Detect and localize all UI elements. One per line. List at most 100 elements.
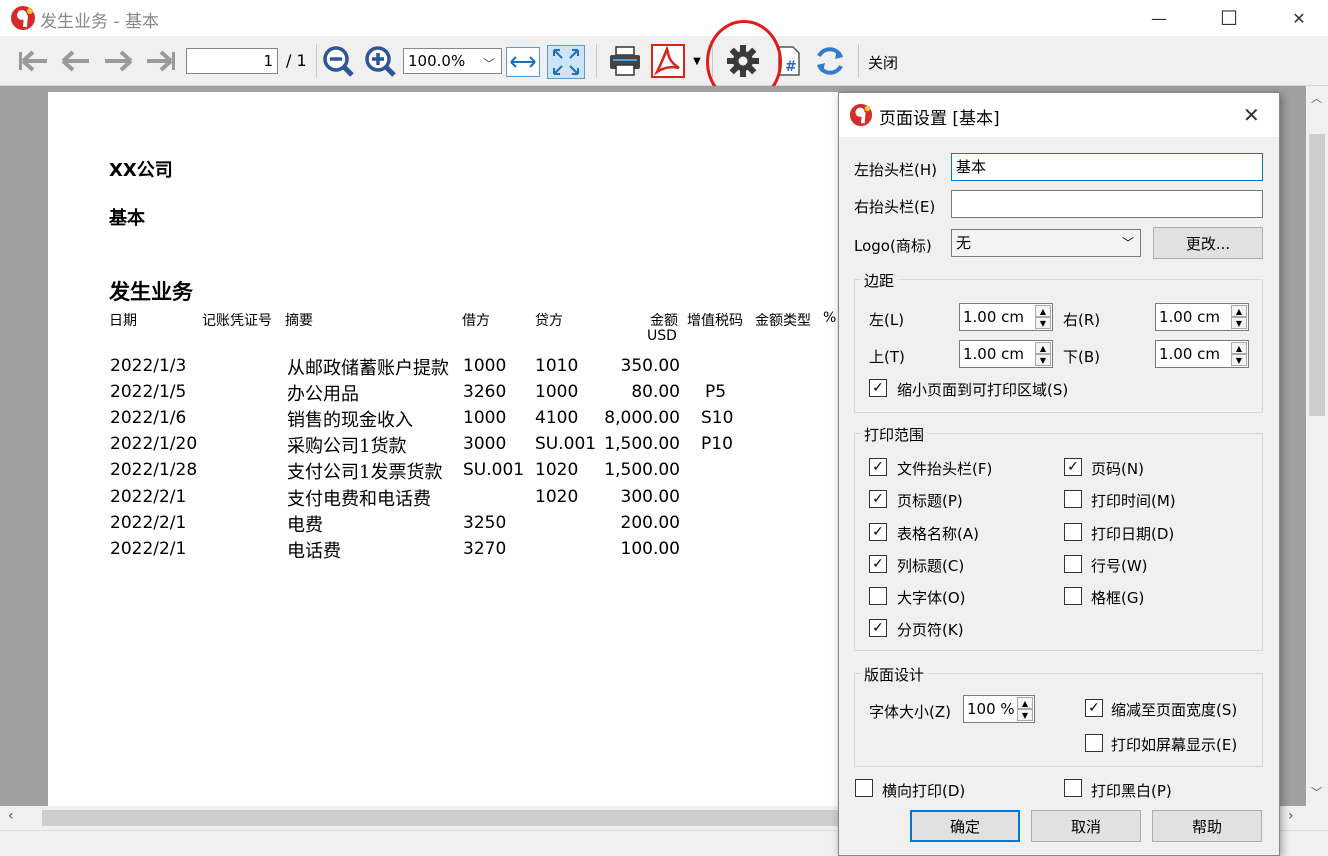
fit-page-width-checkbox[interactable]: ✓ xyxy=(1085,699,1103,717)
spin-up-icon[interactable]: ▲ xyxy=(1231,342,1247,354)
column-title-checkbox[interactable]: ✓ xyxy=(869,555,887,573)
grid-checkbox[interactable] xyxy=(1064,587,1082,605)
cell-vat: S10 xyxy=(701,408,734,428)
chevron-down-icon: ﹀ xyxy=(1121,236,1134,250)
help-button[interactable]: 帮助 xyxy=(1152,810,1262,842)
margin-bottom-input[interactable]: 1.00 cm ▲ ▼ xyxy=(1155,340,1249,368)
layout-group-title: 版面设计 xyxy=(861,664,928,685)
margin-right-input[interactable]: 1.00 cm ▲ ▼ xyxy=(1155,303,1249,331)
change-logo-button[interactable]: 更改... xyxy=(1153,227,1263,259)
cancel-button[interactable]: 取消 xyxy=(1031,810,1141,842)
report-subtitle: 基本 xyxy=(109,208,145,229)
printer-icon xyxy=(610,46,640,76)
svg-text:#: # xyxy=(785,59,797,75)
fit-page-button[interactable] xyxy=(547,45,585,79)
next-page-button[interactable] xyxy=(100,42,136,80)
cell-credit: SU.001 xyxy=(535,434,597,454)
spin-down-icon[interactable]: ▼ xyxy=(1035,317,1051,329)
spin-down-icon[interactable]: ▼ xyxy=(1017,709,1033,721)
spin-down-icon[interactable]: ▼ xyxy=(1035,354,1051,366)
cell-date: 2022/1/28 xyxy=(110,460,198,480)
spin-down-icon[interactable]: ▼ xyxy=(1231,354,1247,366)
zoom-in-button[interactable] xyxy=(362,42,398,80)
print-as-screen-label: 打印如屏幕显示(E) xyxy=(1111,736,1238,754)
file-header-checkbox[interactable]: ✓ xyxy=(869,458,887,476)
page-title-checkbox[interactable]: ✓ xyxy=(869,490,887,508)
close-preview-button[interactable]: 关闭 xyxy=(868,52,898,73)
shrink-to-printable-checkbox[interactable]: ✓ xyxy=(869,379,887,397)
previous-page-button[interactable] xyxy=(58,42,94,80)
spin-up-icon[interactable]: ▲ xyxy=(1035,342,1051,354)
margin-top-input[interactable]: 1.00 cm ▲ ▼ xyxy=(959,340,1053,368)
margin-top-value: 1.00 cm xyxy=(963,345,1025,363)
minimize-button[interactable]: — xyxy=(1136,0,1182,36)
cell-summary: 电话费 xyxy=(287,541,341,562)
pdf-dropdown-button[interactable]: ▼ xyxy=(690,42,704,80)
margin-right-label: 右(R) xyxy=(1063,311,1101,329)
window-title: 发生业务 - 基本 xyxy=(40,12,159,32)
column-header-amount: 金额 xyxy=(650,313,678,329)
black-white-label: 打印黑白(P) xyxy=(1091,782,1172,800)
black-white-checkbox[interactable] xyxy=(1064,779,1082,797)
scroll-left-icon[interactable]: ‹ xyxy=(8,808,14,824)
right-header-input[interactable] xyxy=(951,190,1263,218)
export-pdf-button[interactable] xyxy=(648,42,688,80)
spin-up-icon[interactable]: ▲ xyxy=(1035,305,1051,317)
print-as-screen-checkbox[interactable] xyxy=(1085,734,1103,752)
page-number-checkbox[interactable]: ✓ xyxy=(1064,458,1082,476)
landscape-checkbox[interactable] xyxy=(855,779,873,797)
scroll-up-icon[interactable]: ︿ xyxy=(1311,90,1322,106)
horizontal-scroll-thumb[interactable] xyxy=(42,810,842,826)
zoom-out-button[interactable] xyxy=(320,42,356,80)
print-button[interactable] xyxy=(606,42,644,80)
preview-page: XX公司 基本 发生业务 日期 记账凭证号 摘要 借方 贷方 金额 USD 增值… xyxy=(48,92,848,806)
dialog-close-button[interactable]: ✕ xyxy=(1243,103,1260,127)
ok-button[interactable]: 确定 xyxy=(910,810,1020,842)
large-font-checkbox[interactable] xyxy=(869,587,887,605)
table-name-checkbox[interactable]: ✓ xyxy=(869,523,887,541)
maximize-icon: ☐ xyxy=(1220,6,1238,30)
cell-summary: 支付公司1发票货款 xyxy=(287,462,443,483)
spin-down-icon[interactable]: ▼ xyxy=(1231,317,1247,329)
row-number-checkbox[interactable] xyxy=(1064,555,1082,573)
vertical-scroll-thumb[interactable] xyxy=(1309,134,1325,416)
zoom-value: 100.0% xyxy=(408,52,466,70)
scroll-right-icon[interactable]: › xyxy=(1288,808,1294,824)
margin-left-label: 左(L) xyxy=(869,311,905,329)
margin-left-input[interactable]: 1.00 cm ▲ ▼ xyxy=(959,303,1053,331)
column-header-amount-type: 金额类型 xyxy=(755,313,811,329)
scroll-down-icon[interactable]: ﹀ xyxy=(1311,784,1322,800)
cell-summary: 销售的现金收入 xyxy=(287,410,413,431)
refresh-button[interactable] xyxy=(810,42,850,80)
margin-top-label: 上(T) xyxy=(869,348,905,366)
dialog-title: 页面设置 [基本] xyxy=(879,109,1000,129)
page-break-checkbox[interactable]: ✓ xyxy=(869,619,887,637)
cell-debit: 3250 xyxy=(463,513,507,533)
fit-page-icon xyxy=(553,49,579,75)
maximize-button[interactable]: ☐ xyxy=(1206,0,1252,36)
right-header-label: 右抬头栏(E) xyxy=(854,198,936,216)
cell-summary: 采购公司1货款 xyxy=(287,436,407,457)
cell-date: 2022/2/1 xyxy=(110,539,187,559)
print-date-checkbox[interactable] xyxy=(1064,523,1082,541)
margin-bottom-value: 1.00 cm xyxy=(1159,345,1221,363)
spin-up-icon[interactable]: ▲ xyxy=(1231,305,1247,317)
first-page-button[interactable] xyxy=(16,42,52,80)
left-header-input[interactable]: 基本 xyxy=(951,153,1263,181)
last-page-icon xyxy=(147,50,175,72)
close-window-button[interactable]: ✕ xyxy=(1276,0,1322,36)
cell-summary: 从邮政储蓄账户提款 xyxy=(287,358,449,379)
print-time-label: 打印时间(M) xyxy=(1091,492,1176,510)
spin-up-icon[interactable]: ▲ xyxy=(1017,697,1033,709)
fit-width-button[interactable] xyxy=(506,47,540,77)
cell-credit: 1010 xyxy=(535,356,579,376)
column-header-summary: 摘要 xyxy=(285,313,313,329)
print-time-checkbox[interactable] xyxy=(1064,490,1082,508)
last-page-button[interactable] xyxy=(142,42,178,80)
vertical-scrollbar[interactable]: ︿ ﹀ xyxy=(1306,86,1328,806)
font-size-input[interactable]: 100 % ▲ ▼ xyxy=(963,695,1035,723)
page-number-input[interactable]: 1 xyxy=(186,48,278,74)
zoom-select[interactable]: 100.0% ﹀ xyxy=(403,48,502,74)
cell-amount: 350.00 xyxy=(620,356,680,376)
logo-select[interactable]: 无 ﹀ xyxy=(951,229,1141,257)
